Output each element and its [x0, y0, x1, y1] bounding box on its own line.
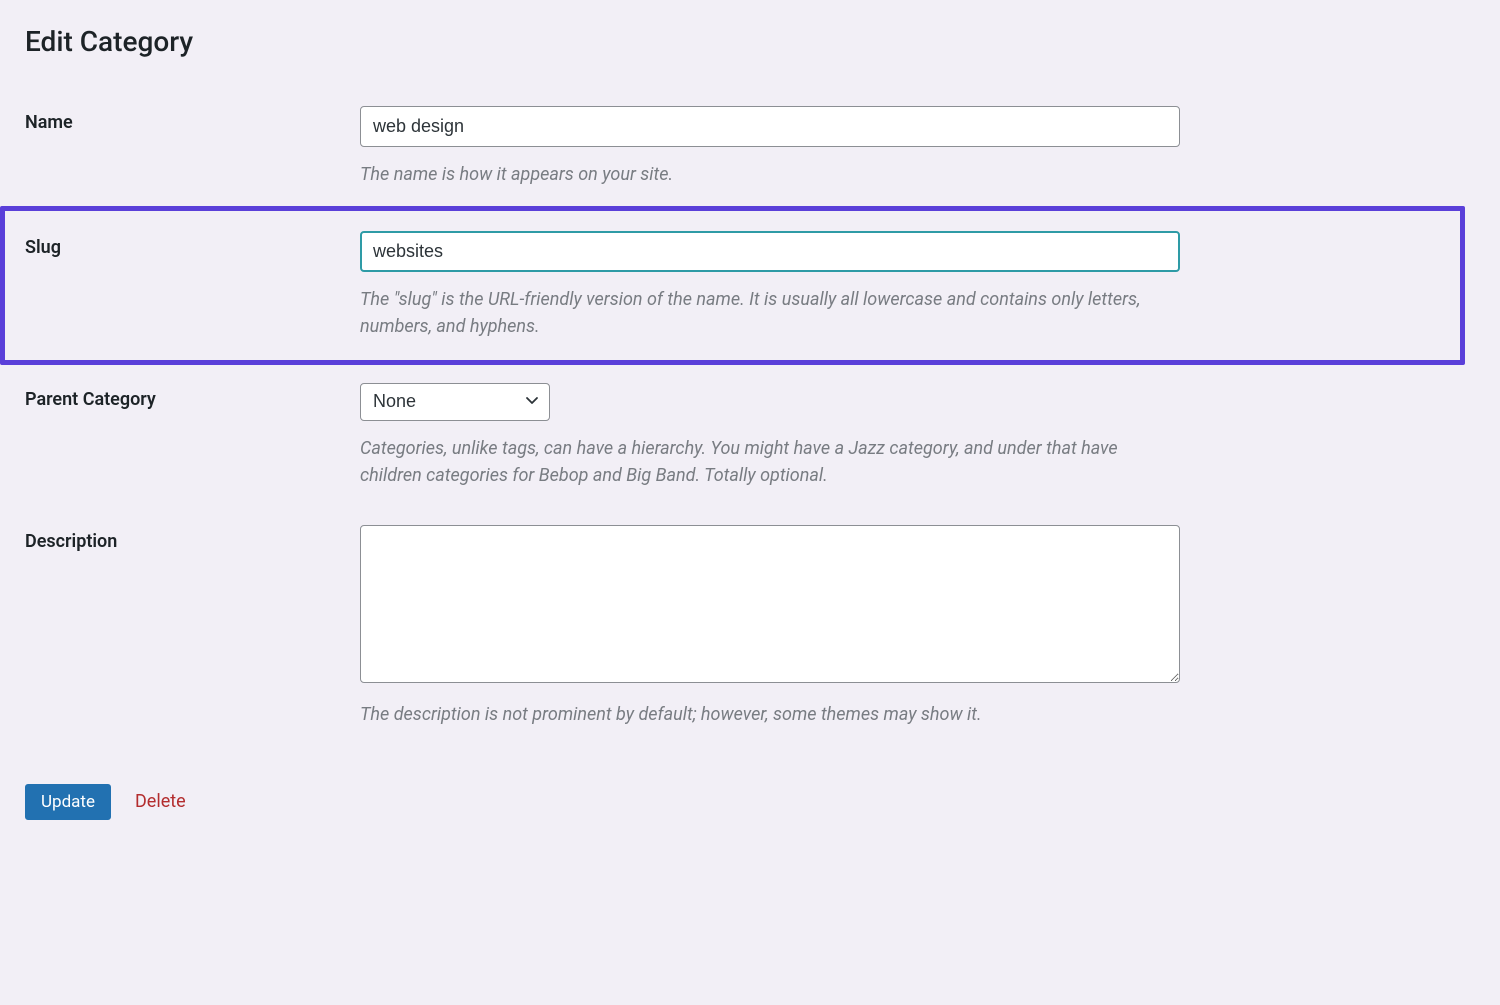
parent-category-label: Parent Category [25, 383, 360, 410]
slug-description: The "slug" is the URL-friendly version o… [360, 286, 1180, 340]
name-input[interactable] [360, 106, 1180, 147]
form-actions: Update Delete [25, 784, 1475, 820]
form-row-slug: Slug The "slug" is the URL-friendly vers… [0, 206, 1465, 365]
name-description: The name is how it appears on your site. [360, 161, 1180, 188]
form-row-parent-category: Parent Category None Categories, unlike … [25, 365, 1475, 506]
description-description: The description is not prominent by defa… [360, 701, 1180, 728]
name-label: Name [25, 106, 360, 133]
parent-category-description: Categories, unlike tags, can have a hier… [360, 435, 1180, 489]
form-row-name: Name The name is how it appears on your … [25, 88, 1475, 206]
parent-category-select[interactable]: None [360, 383, 550, 420]
edit-category-form: Name The name is how it appears on your … [25, 88, 1475, 746]
description-textarea[interactable] [360, 525, 1180, 683]
slug-label: Slug [25, 231, 360, 258]
update-button[interactable]: Update [25, 784, 111, 820]
form-row-description: Description The description is not promi… [25, 507, 1475, 746]
slug-input[interactable] [360, 231, 1180, 272]
page-title: Edit Category [25, 25, 1475, 58]
description-label: Description [25, 525, 360, 552]
delete-link[interactable]: Delete [135, 791, 186, 812]
